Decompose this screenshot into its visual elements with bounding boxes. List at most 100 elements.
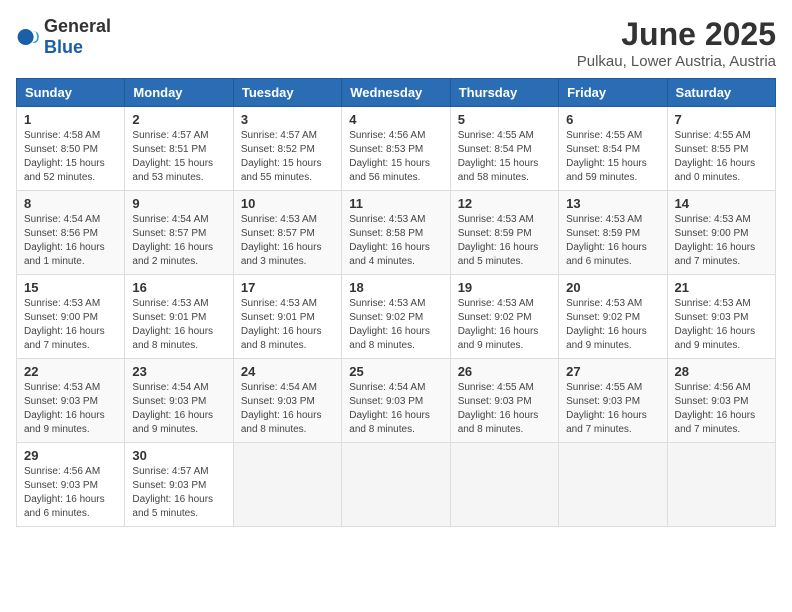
day-number: 3	[241, 112, 334, 127]
day-info: Sunrise: 4:57 AM Sunset: 8:51 PM Dayligh…	[132, 129, 225, 185]
weekday-header-row: SundayMondayTuesdayWednesdayThursdayFrid…	[17, 79, 776, 107]
day-number: 18	[349, 280, 442, 295]
day-info: Sunrise: 4:53 AM Sunset: 8:59 PM Dayligh…	[566, 213, 659, 269]
day-info: Sunrise: 4:53 AM Sunset: 9:00 PM Dayligh…	[24, 297, 117, 353]
calendar-cell: 24Sunrise: 4:54 AM Sunset: 9:03 PM Dayli…	[233, 359, 341, 443]
day-info: Sunrise: 4:57 AM Sunset: 9:03 PM Dayligh…	[132, 465, 225, 521]
day-info: Sunrise: 4:56 AM Sunset: 9:03 PM Dayligh…	[24, 465, 117, 521]
day-number: 20	[566, 280, 659, 295]
day-number: 8	[24, 196, 117, 211]
day-info: Sunrise: 4:55 AM Sunset: 9:03 PM Dayligh…	[458, 381, 551, 437]
day-number: 10	[241, 196, 334, 211]
day-number: 30	[132, 448, 225, 463]
day-info: Sunrise: 4:56 AM Sunset: 9:03 PM Dayligh…	[675, 381, 768, 437]
logo-blue: Blue	[44, 37, 83, 57]
day-number: 5	[458, 112, 551, 127]
calendar-cell	[667, 443, 775, 527]
calendar-cell: 15 Sunrise: 4:53 AM Sunset: 9:00 PM Dayli…	[17, 275, 125, 359]
location-title: Pulkau, Lower Austria, Austria	[577, 53, 776, 70]
day-number: 14	[675, 196, 768, 211]
calendar-cell: 2 Sunrise: 4:57 AM Sunset: 8:51 PM Daylig…	[125, 107, 233, 191]
day-number: 16	[132, 280, 225, 295]
calendar-cell: 21 Sunrise: 4:53 AM Sunset: 9:03 PM Dayli…	[667, 275, 775, 359]
logo-icon	[16, 25, 40, 49]
day-number: 21	[675, 280, 768, 295]
weekday-header-sunday: Sunday	[17, 79, 125, 107]
day-number: 29	[24, 448, 117, 463]
day-info: Sunrise: 4:54 AM Sunset: 9:03 PM Dayligh…	[132, 381, 225, 437]
day-number: 19	[458, 280, 551, 295]
day-info: Sunrise: 4:53 AM Sunset: 9:02 PM Dayligh…	[458, 297, 551, 353]
calendar-cell: 20Sunrise: 4:53 AM Sunset: 9:02 PM Dayli…	[559, 275, 667, 359]
calendar-cell	[559, 443, 667, 527]
day-info: Sunrise: 4:53 AM Sunset: 8:58 PM Dayligh…	[349, 213, 442, 269]
day-info: Sunrise: 4:54 AM Sunset: 9:03 PM Dayligh…	[349, 381, 442, 437]
day-info: Sunrise: 4:53 AM Sunset: 8:59 PM Dayligh…	[458, 213, 551, 269]
calendar-cell	[450, 443, 558, 527]
calendar-cell: 23 Sunrise: 4:54 AM Sunset: 9:03 PM Dayli…	[125, 359, 233, 443]
calendar-cell: 14 Sunrise: 4:53 AM Sunset: 9:00 PM Dayli…	[667, 191, 775, 275]
day-number: 7	[675, 112, 768, 127]
day-number: 22	[24, 364, 117, 379]
day-number: 2	[132, 112, 225, 127]
day-number: 11	[349, 196, 442, 211]
day-number: 6	[566, 112, 659, 127]
day-info: Sunrise: 4:53 AM Sunset: 9:00 PM Dayligh…	[675, 213, 768, 269]
calendar-cell: 8 Sunrise: 4:54 AM Sunset: 8:56 PM Daylig…	[17, 191, 125, 275]
day-number: 27	[566, 364, 659, 379]
day-number: 23	[132, 364, 225, 379]
logo-general: General	[44, 16, 111, 36]
calendar-cell: 6 Sunrise: 4:55 AM Sunset: 8:54 PM Daylig…	[559, 107, 667, 191]
calendar-cell: 5 Sunrise: 4:55 AM Sunset: 8:54 PM Daylig…	[450, 107, 558, 191]
weekday-header-monday: Monday	[125, 79, 233, 107]
calendar-cell: 3 Sunrise: 4:57 AM Sunset: 8:52 PM Daylig…	[233, 107, 341, 191]
calendar-cell: 17 Sunrise: 4:53 AM Sunset: 9:01 PM Dayli…	[233, 275, 341, 359]
week-row-3: 15 Sunrise: 4:53 AM Sunset: 9:00 PM Dayli…	[17, 275, 776, 359]
calendar-cell: 16 Sunrise: 4:53 AM Sunset: 9:01 PM Dayli…	[125, 275, 233, 359]
day-info: Sunrise: 4:55 AM Sunset: 8:54 PM Dayligh…	[458, 129, 551, 185]
day-info: Sunrise: 4:53 AM Sunset: 9:03 PM Dayligh…	[675, 297, 768, 353]
calendar-cell: 19 Sunrise: 4:53 AM Sunset: 9:02 PM Dayli…	[450, 275, 558, 359]
day-number: 4	[349, 112, 442, 127]
calendar-cell: 29 Sunrise: 4:56 AM Sunset: 9:03 PM Dayli…	[17, 443, 125, 527]
calendar-cell: 4 Sunrise: 4:56 AM Sunset: 8:53 PM Daylig…	[342, 107, 450, 191]
calendar-cell: 1 Sunrise: 4:58 AM Sunset: 8:50 PM Daylig…	[17, 107, 125, 191]
header: General Blue June 2025 Pulkau, Lower Aus…	[16, 16, 776, 70]
day-info: Sunrise: 4:56 AM Sunset: 8:53 PM Dayligh…	[349, 129, 442, 185]
day-number: 13	[566, 196, 659, 211]
title-area: June 2025 Pulkau, Lower Austria, Austria	[577, 16, 776, 70]
weekday-header-friday: Friday	[559, 79, 667, 107]
day-info: Sunrise: 4:58 AM Sunset: 8:50 PM Dayligh…	[24, 129, 117, 185]
calendar-cell: 10 Sunrise: 4:53 AM Sunset: 8:57 PM Dayli…	[233, 191, 341, 275]
day-info: Sunrise: 4:55 AM Sunset: 9:03 PM Dayligh…	[566, 381, 659, 437]
day-number: 25	[349, 364, 442, 379]
calendar-cell: 13 Sunrise: 4:53 AM Sunset: 8:59 PM Dayli…	[559, 191, 667, 275]
week-row-5: 29 Sunrise: 4:56 AM Sunset: 9:03 PM Dayli…	[17, 443, 776, 527]
day-number: 24	[241, 364, 334, 379]
week-row-2: 8 Sunrise: 4:54 AM Sunset: 8:56 PM Daylig…	[17, 191, 776, 275]
logo-text: General Blue	[44, 16, 111, 58]
weekday-header-thursday: Thursday	[450, 79, 558, 107]
calendar-cell: 30 Sunrise: 4:57 AM Sunset: 9:03 PM Dayli…	[125, 443, 233, 527]
calendar-cell: 27 Sunrise: 4:55 AM Sunset: 9:03 PM Dayli…	[559, 359, 667, 443]
day-info: Sunrise: 4:55 AM Sunset: 8:55 PM Dayligh…	[675, 129, 768, 185]
day-info: Sunrise: 4:54 AM Sunset: 8:57 PM Dayligh…	[132, 213, 225, 269]
calendar-cell: 11 Sunrise: 4:53 AM Sunset: 8:58 PM Dayli…	[342, 191, 450, 275]
day-number: 1	[24, 112, 117, 127]
day-info: Sunrise: 4:57 AM Sunset: 8:52 PM Dayligh…	[241, 129, 334, 185]
day-number: 15	[24, 280, 117, 295]
day-info: Sunrise: 4:53 AM Sunset: 9:03 PM Dayligh…	[24, 381, 117, 437]
calendar-cell: 28Sunrise: 4:56 AM Sunset: 9:03 PM Dayli…	[667, 359, 775, 443]
day-info: Sunrise: 4:55 AM Sunset: 8:54 PM Dayligh…	[566, 129, 659, 185]
day-info: Sunrise: 4:53 AM Sunset: 8:57 PM Dayligh…	[241, 213, 334, 269]
day-info: Sunrise: 4:53 AM Sunset: 9:01 PM Dayligh…	[132, 297, 225, 353]
calendar-cell: 25 Sunrise: 4:54 AM Sunset: 9:03 PM Dayli…	[342, 359, 450, 443]
weekday-header-saturday: Saturday	[667, 79, 775, 107]
day-info: Sunrise: 4:54 AM Sunset: 8:56 PM Dayligh…	[24, 213, 117, 269]
day-number: 17	[241, 280, 334, 295]
day-info: Sunrise: 4:53 AM Sunset: 9:02 PM Dayligh…	[349, 297, 442, 353]
calendar-cell: 22 Sunrise: 4:53 AM Sunset: 9:03 PM Dayli…	[17, 359, 125, 443]
day-info: Sunrise: 4:53 AM Sunset: 9:01 PM Dayligh…	[241, 297, 334, 353]
calendar-cell: 9Sunrise: 4:54 AM Sunset: 8:57 PM Daylig…	[125, 191, 233, 275]
logo: General Blue	[16, 16, 111, 58]
